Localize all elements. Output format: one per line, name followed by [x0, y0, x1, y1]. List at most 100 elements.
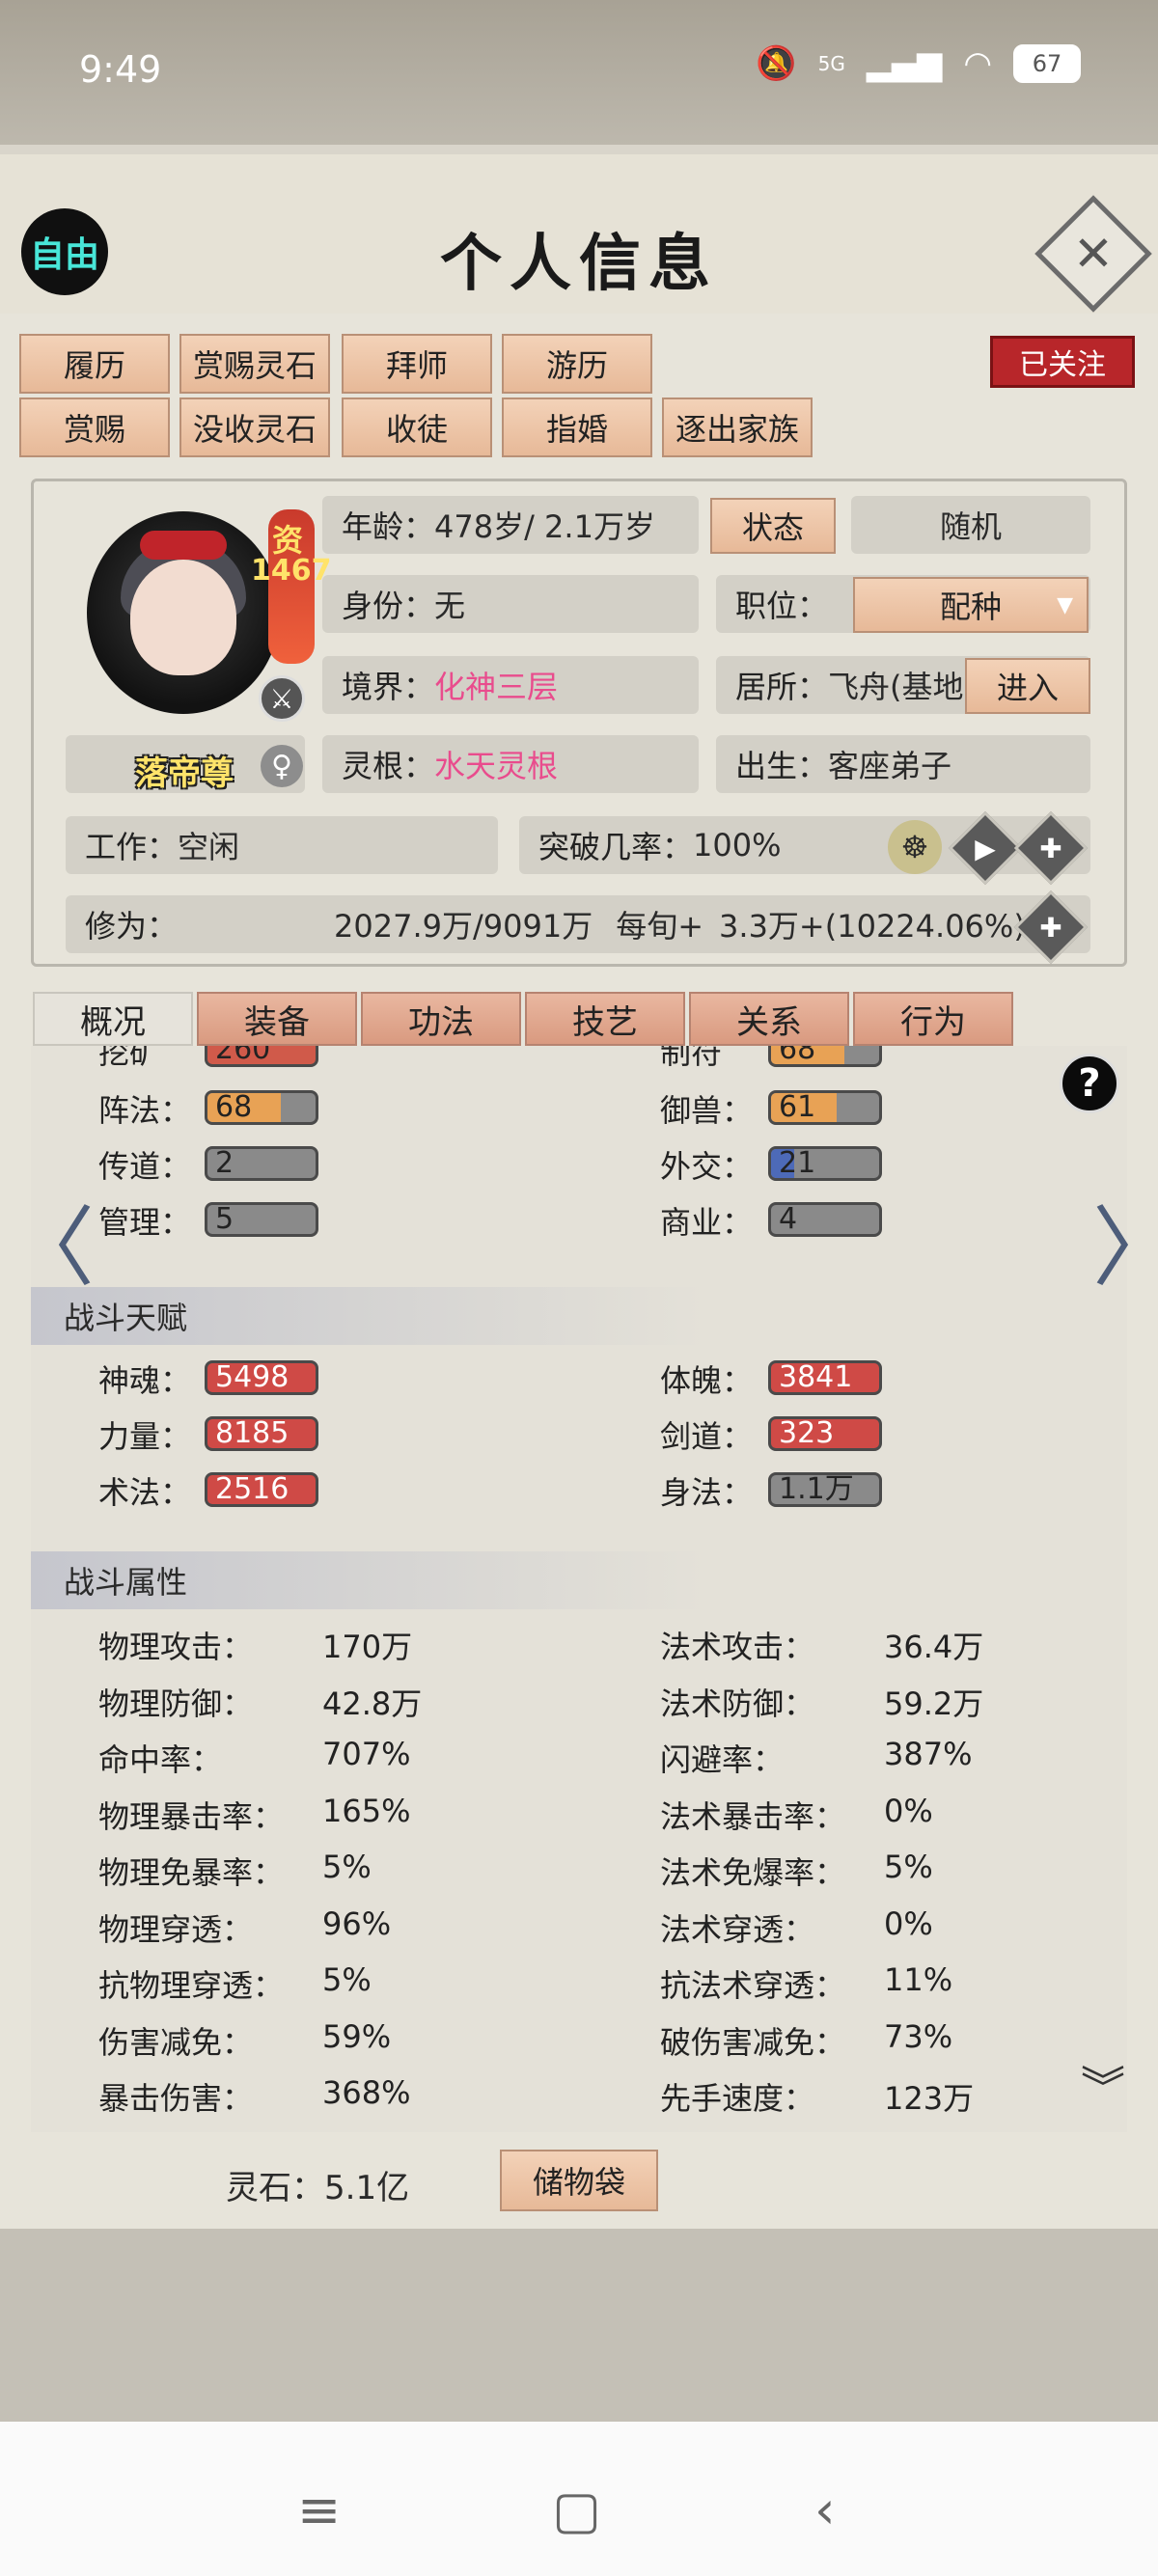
spirit-stone-display: 灵石：5.1亿 [226, 2161, 409, 2208]
realm-label: 境界： [342, 669, 435, 705]
position-value: 配种 [939, 589, 1002, 625]
status-bar: 9:49 🔕 5G ▂▄▆ ◠ 67 [0, 0, 1158, 145]
sword-icon[interactable]: ⚔ [259, 675, 305, 722]
realm-field: 境界： 化神三层 [322, 656, 699, 714]
attribute-value: 59% [322, 2017, 392, 2055]
network-label: 5G [817, 52, 845, 75]
skill-bar: 68 [205, 1090, 318, 1125]
close-icon: ✕ [1073, 226, 1114, 282]
age-value: 478岁/ 2.1万岁 [434, 508, 655, 545]
scroll-down-icon[interactable]: ︾ [1081, 2053, 1125, 2117]
next-character-arrow-icon[interactable]: 〉 [1092, 1177, 1158, 1302]
talent-label: 力量： [98, 1418, 192, 1455]
expel-from-clan-button[interactable]: 逐出家族 [662, 397, 813, 457]
attribute-label: 法术穿透： [660, 1910, 815, 1948]
attribute-value: 5% [884, 1849, 933, 1885]
signal-icon: ▂▄▆ [866, 44, 943, 83]
cultivation-value: 2027.9万/9091万 [334, 908, 593, 945]
birth-field: 出生： 客座弟子 [716, 735, 1090, 793]
breakthrough-label: 突破几率： [538, 829, 694, 865]
talent-label: 体魄： [660, 1362, 754, 1399]
home-icon[interactable]: ▢ [552, 2480, 601, 2540]
residence-label: 居所： [735, 669, 829, 705]
talent-bar: 323 [768, 1416, 882, 1451]
attribute-label: 物理穿透： [98, 1910, 254, 1948]
attribute-value: 165% [322, 1792, 411, 1829]
attribute-label: 法术攻击： [660, 1629, 815, 1665]
battery-icon: 67 [1013, 44, 1081, 83]
previous-character-arrow-icon[interactable]: 〈 [8, 1177, 95, 1302]
help-icon[interactable]: ? [1060, 1054, 1119, 1113]
residence-value: 飞舟(基地 [828, 669, 964, 705]
skill-label: 挖矿 [98, 1046, 161, 1071]
talent-bar: 2516 [205, 1472, 318, 1507]
attribute-label: 物理暴击率： [98, 1797, 285, 1835]
skill-bar: 4 [768, 1202, 882, 1237]
aptitude-value: 1467 [251, 554, 332, 588]
skill-bar: 68 [768, 1046, 882, 1067]
skill-bar: 2 [205, 1146, 318, 1181]
talent-label: 身法： [660, 1474, 754, 1511]
attribute-label: 物理攻击： [98, 1629, 254, 1665]
birth-label: 出生： [735, 748, 829, 784]
realm-value: 化神三层 [434, 669, 559, 705]
resume-button[interactable]: 履历 [19, 334, 170, 394]
work-field: 工作： 空闲 [66, 816, 498, 874]
wifi-icon: ◠ [963, 44, 992, 83]
take-master-button[interactable]: 拜师 [342, 334, 492, 394]
portrait-bow [140, 531, 227, 560]
talent-label: 术法： [98, 1474, 192, 1511]
enter-button[interactable]: 进入 [965, 658, 1090, 714]
spirit-root-value: 水天灵根 [434, 748, 559, 784]
spirit-stone-label: 灵石： [226, 2169, 324, 2207]
character-name: 落帝尊 [135, 754, 234, 793]
position-dropdown[interactable]: 配种 ▼ [853, 577, 1089, 633]
attribute-label: 物理免暴率： [98, 1854, 285, 1891]
breakthrough-value: 100% [693, 827, 782, 863]
followed-badge[interactable]: 已关注 [990, 336, 1135, 388]
spirit-root-field: 灵根： 水天灵根 [322, 735, 699, 793]
female-icon: ♀ [261, 745, 303, 787]
dropdown-arrow-icon: ▼ [1057, 592, 1073, 617]
random-button[interactable]: 随机 [851, 496, 1090, 554]
tab-overview[interactable]: 概况 [33, 992, 193, 1046]
per-turn-value: 3.3万+(10224.06%) [719, 908, 1026, 945]
age-field: 年龄： 478岁/ 2.1万岁 [322, 496, 699, 554]
work-value: 空闲 [178, 829, 240, 865]
attribute-value: 5% [322, 1849, 372, 1885]
take-disciple-button[interactable]: 收徒 [342, 397, 492, 457]
storage-bag-button[interactable]: 储物袋 [500, 2150, 658, 2211]
bottom-background [0, 2229, 1158, 2422]
reward-stones-button[interactable]: 赏赐灵石 [179, 334, 330, 394]
arrange-marriage-button[interactable]: 指婚 [502, 397, 652, 457]
tab-techniques[interactable]: 功法 [361, 992, 521, 1046]
footer-bar: 灵石：5.1亿 储物袋 [0, 2132, 1158, 2229]
tab-actions[interactable]: 行为 [853, 992, 1013, 1046]
attribute-value: 42.8万 [322, 1685, 423, 1722]
overview-content[interactable]: 挖矿 260 制符 68 阵法： 68 御兽： 61 传道： 2 外交： 21 管理… [31, 1046, 1127, 2132]
attribute-label: 法术防御： [660, 1685, 815, 1722]
tab-equipment[interactable]: 装备 [197, 992, 357, 1046]
recent-apps-icon[interactable]: ≡ [297, 2480, 341, 2540]
skill-label: 阵法： [98, 1092, 192, 1129]
reward-button[interactable]: 赏赐 [19, 397, 170, 457]
attribute-value: 5% [322, 1961, 372, 1998]
character-portrait[interactable] [87, 511, 280, 714]
tab-skills[interactable]: 技艺 [525, 992, 685, 1046]
attribute-label: 先手速度： [660, 2080, 815, 2117]
spirit-root-label: 灵根： [342, 748, 435, 784]
tab-relations[interactable]: 关系 [689, 992, 849, 1046]
skill-label: 御兽： [660, 1092, 754, 1129]
travel-button[interactable]: 游历 [502, 334, 652, 394]
attribute-label: 抗物理穿透： [98, 1967, 285, 2004]
confiscate-stones-button[interactable]: 没收灵石 [179, 397, 330, 457]
attribute-label: 伤害减免： [98, 2023, 254, 2061]
back-icon[interactable]: ‹ [814, 2480, 836, 2540]
meditation-icon[interactable]: ☸ [888, 820, 942, 874]
per-turn-label: 每旬+ [616, 908, 704, 945]
skill-label: 外交： [660, 1148, 754, 1185]
attribute-label: 法术免爆率： [660, 1854, 846, 1891]
identity-label: 身份： [342, 588, 435, 624]
skill-bar: 260 [205, 1046, 318, 1067]
status-button[interactable]: 状态 [710, 498, 836, 554]
